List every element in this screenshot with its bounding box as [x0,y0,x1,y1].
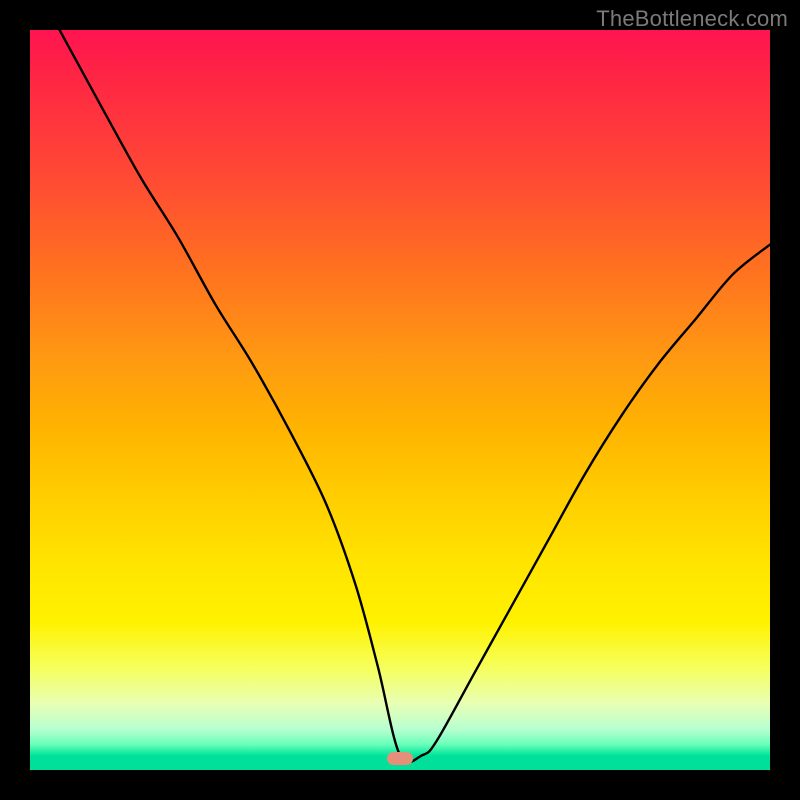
bottleneck-curve [30,30,770,770]
watermark-text: TheBottleneck.com [596,6,788,32]
plot-area [30,30,770,770]
bottleneck-curve-path [60,30,770,762]
optimal-point-marker [387,752,413,765]
chart-frame: TheBottleneck.com [0,0,800,800]
